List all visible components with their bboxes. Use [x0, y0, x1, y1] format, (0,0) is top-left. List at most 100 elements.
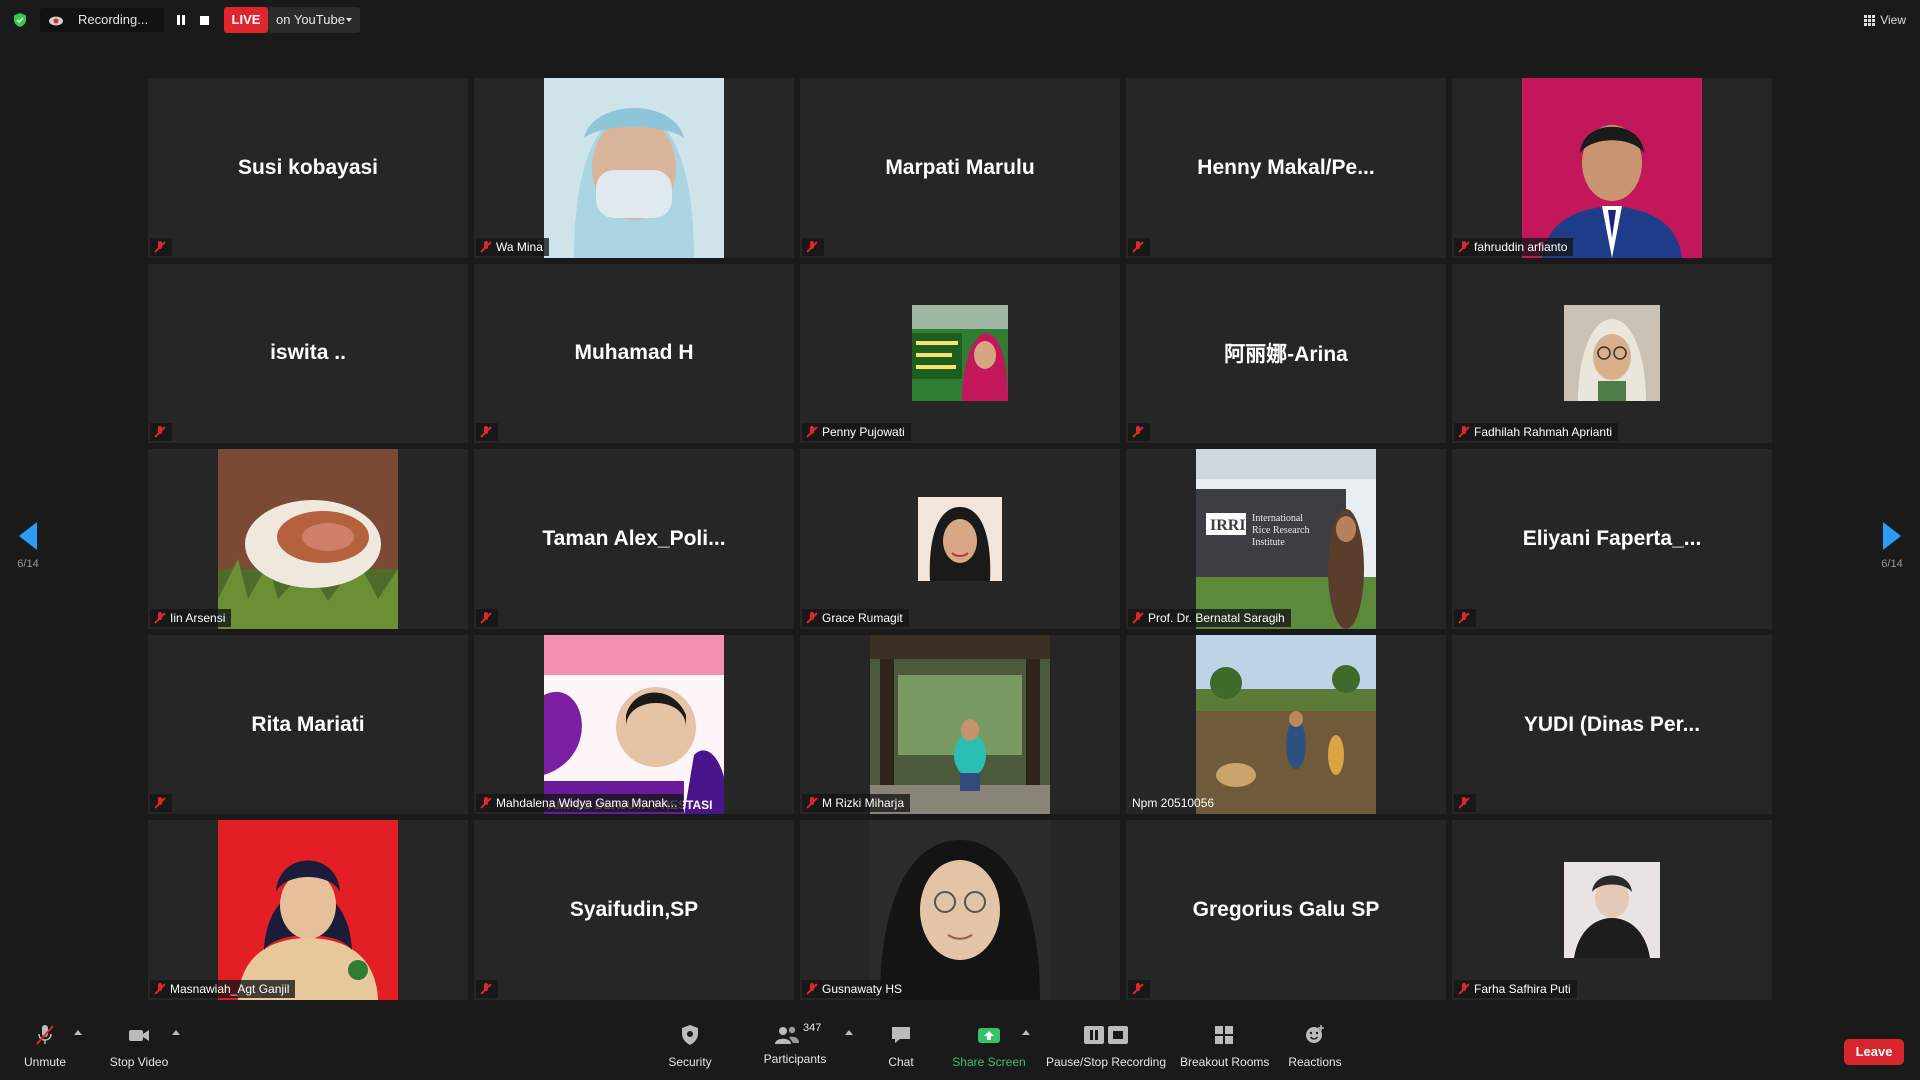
audio-options-chevron-icon[interactable] — [74, 1030, 82, 1035]
participant-tile[interactable]: Farha Safhira Puti — [1452, 820, 1772, 1000]
unmute-button[interactable]: Unmute — [14, 1022, 76, 1069]
chat-button[interactable]: Chat — [876, 1022, 926, 1069]
muted-mic-icon — [1458, 240, 1470, 253]
video-camera-icon — [129, 1030, 149, 1041]
muted-mic-icon — [480, 797, 492, 809]
participant-tile[interactable]: YUDI (Dinas Per... — [1452, 634, 1772, 815]
participant-gallery-grid: Susi kobayasi Wa Mina Marpati Marulu Henny … — [148, 78, 1772, 1000]
participant-tile[interactable]: M Rizki Miharja — [800, 634, 1120, 815]
participant-display-name: Muhamad H — [574, 341, 694, 365]
participant-tile[interactable]: Rita Mariati — [148, 634, 468, 815]
breakout-rooms-icon — [1215, 1026, 1233, 1044]
participant-tile[interactable]: Henny Makal/Pe... — [1126, 78, 1446, 258]
view-button[interactable]: View — [1864, 10, 1906, 30]
leave-button[interactable]: Leave — [1844, 1039, 1904, 1065]
participant-name-label: Iin Arsensi — [150, 608, 232, 627]
arrow-right-icon[interactable] — [1883, 522, 1901, 550]
security-shield-toolbar-icon — [682, 1025, 698, 1045]
participant-display-name: Eliyani Faperta_... — [1522, 526, 1702, 550]
stop-video-button[interactable]: Stop Video — [104, 1022, 174, 1069]
share-screen-label: Share Screen — [952, 1055, 1026, 1069]
participant-tile[interactable]: Grace Rumagit — [800, 449, 1120, 629]
participant-tile[interactable]: Fadhilah Rahmah Aprianti — [1452, 263, 1772, 444]
participant-tile[interactable]: Susi kobayasi — [148, 78, 468, 258]
share-screen-button[interactable]: Share Screen — [952, 1022, 1026, 1069]
page-indicator-left: 6/14 — [17, 558, 39, 570]
participant-tile[interactable]: iswita .. — [148, 263, 468, 444]
participant-tile[interactable]: Syaifudin,SP — [474, 820, 794, 1000]
breakout-rooms-label: Breakout Rooms — [1180, 1055, 1270, 1069]
participant-video-feed — [870, 634, 1050, 815]
caret-down-icon — [346, 18, 352, 22]
next-page-nav[interactable]: 6/14 — [1872, 522, 1912, 570]
participant-tile[interactable]: Gregorius Galu SP — [1126, 820, 1446, 1000]
muted-mic-icon — [480, 983, 492, 995]
muted-mic-icon — [480, 426, 492, 438]
muted-mic-icon — [806, 240, 818, 253]
breakout-rooms-button[interactable]: Breakout Rooms — [1180, 1022, 1270, 1069]
participant-tile[interactable]: Eliyani Faperta_... — [1452, 449, 1772, 629]
participant-name-label: Prof. Dr. Bernatal Saragih — [1128, 608, 1291, 627]
muted-mic-icon — [1458, 983, 1470, 995]
participant-display-name: Taman Alex_Poli... — [542, 526, 726, 550]
participant-name-label: Grace Rumagit — [802, 608, 909, 627]
muted-mic-icon — [1458, 426, 1470, 438]
recording-controls — [170, 8, 220, 32]
participant-display-name: Gregorius Galu SP — [1192, 898, 1380, 922]
stop-recording-icon[interactable] — [200, 16, 209, 25]
participant-tile[interactable]: Masnawiah_Agt Ganjil — [148, 820, 468, 1000]
participant-tile[interactable]: Gusnawaty HS — [800, 820, 1120, 1000]
participants-button[interactable]: 347 Participants — [756, 1022, 834, 1066]
security-button[interactable]: Security — [658, 1022, 722, 1069]
participant-display-name: Syaifudin,SP — [569, 898, 699, 922]
participant-name-text: Wa Mina — [496, 239, 543, 254]
arrow-left-icon[interactable] — [19, 522, 37, 550]
participant-tile[interactable]: AMPUS BERJUTA PRESTASIMahdalena Widya Ga… — [474, 634, 794, 815]
participant-tile[interactable]: Penny Pujowati — [800, 263, 1120, 444]
participant-name-text: M Rizki Miharja — [822, 796, 905, 811]
participant-name-label: Farha Safhira Puti — [1454, 980, 1577, 998]
reactions-button[interactable]: Reactions — [1284, 1022, 1346, 1069]
participant-display-name: Marpati Marulu — [885, 155, 1035, 179]
previous-page-nav[interactable]: 6/14 — [8, 522, 48, 570]
participant-display-name: 阿丽娜-Arina — [1224, 343, 1348, 367]
participant-name-label — [150, 794, 172, 813]
participant-name-text: Grace Rumagit — [822, 610, 903, 625]
participant-tile[interactable]: Wa Mina — [474, 78, 794, 258]
participant-tile[interactable]: IRRI International Rice Research Institute P… — [1126, 449, 1446, 629]
participant-display-name: Rita Mariati — [251, 712, 365, 736]
participant-display-name: Henny Makal/Pe... — [1197, 155, 1375, 179]
meeting-controls-toolbar: Unmute Stop Video Security 347 Participa… — [0, 1014, 1920, 1080]
pause-stop-recording-button[interactable]: Pause/Stop Recording — [1044, 1022, 1168, 1069]
video-options-chevron-icon[interactable] — [172, 1030, 180, 1035]
security-shield-icon[interactable] — [12, 12, 28, 28]
participant-name-label: fahruddin arfianto — [1454, 237, 1574, 256]
participant-name-label: M Rizki Miharja — [802, 794, 911, 813]
svg-text:Institute: Institute — [1252, 537, 1285, 548]
participant-video-feed — [918, 496, 1002, 581]
participant-name-label: Wa Mina — [476, 237, 549, 256]
participant-tile[interactable]: Iin Arsensi — [148, 449, 468, 629]
live-destination-dropdown[interactable]: on YouTube — [268, 7, 360, 33]
muted-mic-icon — [1458, 611, 1470, 624]
muted-mic-icon — [154, 983, 166, 995]
participant-name-label: Masnawiah_Agt Ganjil — [150, 980, 296, 998]
participant-video-feed — [544, 78, 724, 258]
participant-tile[interactable]: Marpati Marulu — [800, 78, 1120, 258]
muted-mic-icon — [806, 797, 818, 809]
participant-tile[interactable]: 阿丽娜-Arina — [1126, 263, 1446, 444]
muted-mic-icon — [1458, 797, 1470, 809]
participant-tile[interactable]: Taman Alex_Poli... — [474, 449, 794, 629]
participant-tile[interactable]: Muhamad H — [474, 263, 794, 444]
muted-mic-icon — [806, 983, 818, 995]
participants-options-chevron-icon[interactable] — [845, 1030, 853, 1035]
participant-display-name: iswita .. — [270, 341, 346, 365]
participant-video-feed — [1564, 862, 1660, 959]
participant-name-text: Fadhilah Rahmah Aprianti — [1474, 425, 1613, 440]
pause-recording-icon[interactable] — [176, 15, 186, 25]
stop-video-label: Stop Video — [109, 1055, 169, 1069]
participant-tile[interactable]: Npm 20510056 — [1126, 634, 1446, 815]
share-options-chevron-icon[interactable] — [1022, 1030, 1030, 1035]
participant-tile[interactable]: fahruddin arfianto — [1452, 78, 1772, 258]
participant-video-feed — [218, 820, 398, 1000]
